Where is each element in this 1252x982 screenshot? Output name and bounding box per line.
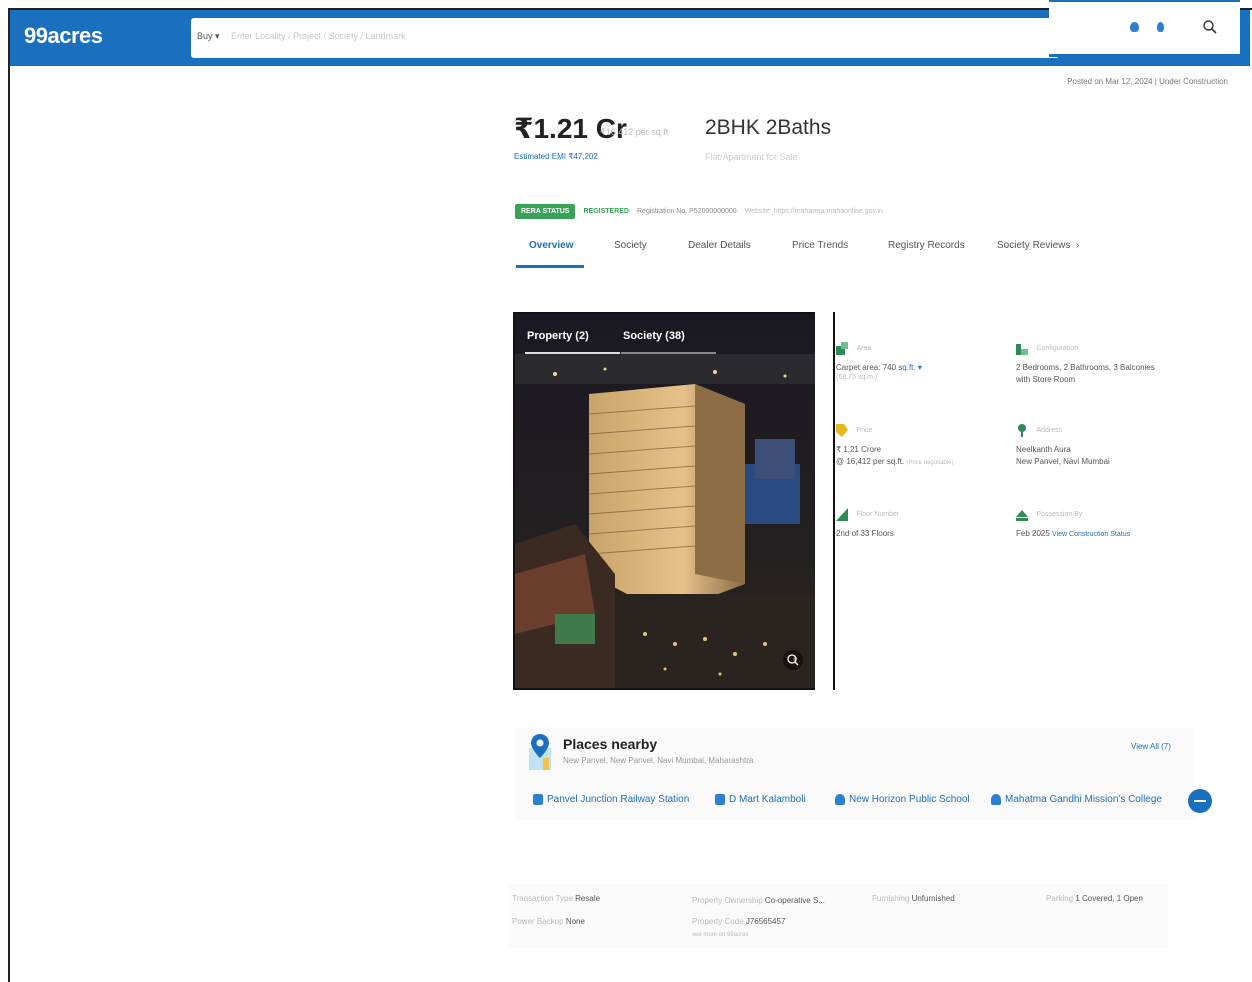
places-next-button[interactable]	[1188, 789, 1212, 813]
area-icon	[836, 342, 848, 355]
detail-configuration: Configuration 2 Bedrooms, 2 Bathrooms, 3…	[1016, 342, 1191, 384]
detail-floor: Floor Number 2nd of 33 Floors	[836, 508, 996, 538]
tabs-next-arrow[interactable]: ›	[1076, 240, 1079, 251]
rera-status-badge[interactable]: RERA STATUS	[515, 203, 576, 219]
notification-icon[interactable]	[1130, 22, 1139, 32]
area-unit-dropdown[interactable]: sq.ft. ▾	[898, 363, 922, 372]
fact-power-backup: Power Backup None	[512, 917, 585, 926]
fact-property-code: Property Code J76565457	[692, 917, 786, 926]
rera-row: RERA STATUS REGISTERED Registration No. …	[515, 202, 883, 220]
price-per-sqft: ₹16,412 per sq.ft	[600, 127, 669, 137]
gallery-tab-property[interactable]: Property (2)	[527, 330, 589, 342]
listing-config: 2BHK 2Baths	[705, 116, 832, 139]
tab-overview[interactable]: Overview	[529, 240, 573, 251]
detail-address: Address Neelkanth Aura New Panvel, Navi …	[1016, 424, 1176, 466]
search-bar[interactable]: Buy ▾ Enter Locality / Project / Society…	[191, 18, 1059, 58]
gallery-tab-society[interactable]: Society (38)	[623, 330, 685, 342]
tree-icon	[1018, 424, 1026, 437]
gallery-tab-indicator-property	[525, 352, 620, 354]
zoom-icon[interactable]	[783, 650, 803, 670]
location-pin-icon	[529, 734, 551, 770]
fact-parking: Parking 1 Covered, 1 Open	[1046, 894, 1143, 903]
view-all-places-link[interactable]: View All (7)	[1131, 742, 1171, 751]
tab-dealer-details[interactable]: Dealer Details	[688, 240, 751, 251]
fact-ownership: Property Ownership Co-operative S...	[692, 896, 825, 905]
detail-possession: Possession By Feb 2025 View Construction…	[1016, 508, 1191, 538]
registered-label: REGISTERED	[583, 207, 629, 215]
listing-tabs: Overview Society Dealer Details Price Tr…	[516, 238, 1096, 268]
building-photo	[515, 314, 833, 688]
calendar-icon	[1016, 510, 1028, 521]
property-facts: Transaction Type Resale Property Ownersh…	[508, 884, 1168, 948]
fact-furnishing: Furnishing Unfurnished	[872, 894, 955, 903]
construction-status-link[interactable]: View Construction Status	[1052, 531, 1130, 538]
tab-society[interactable]: Society	[614, 240, 647, 251]
place-chip-college[interactable]: Mahatma Gandhi Mission's College	[991, 794, 1162, 805]
header-actions	[1049, 0, 1240, 56]
search-placeholder[interactable]: Enter Locality / Project / Society / Lan…	[231, 31, 406, 41]
bed-icon	[1016, 344, 1028, 355]
listing-type: Flat/Apartment for Sale	[705, 152, 798, 162]
buy-dropdown[interactable]: Buy ▾	[197, 31, 220, 42]
active-tab-indicator	[516, 265, 584, 268]
places-location: New Panvel, New Panvel, Navi Mumbai, Mah…	[563, 756, 754, 765]
train-icon	[533, 794, 543, 805]
tab-price-trends[interactable]: Price Trends	[792, 240, 848, 251]
shopping-bag-icon	[715, 794, 725, 805]
gallery-edge	[815, 312, 833, 690]
price-tag-icon	[836, 424, 848, 437]
floor-icon	[836, 508, 848, 521]
user-icon[interactable]	[1157, 22, 1164, 32]
place-chip-railway[interactable]: Panvel Junction Railway Station	[533, 794, 689, 805]
place-chip-school[interactable]: New Horizon Public School	[835, 794, 970, 805]
detail-area: Area Carpet area: 740 sq.ft. ▾ (68.75 sq…	[836, 342, 996, 381]
header-divider	[1049, 54, 1240, 57]
places-nearby-card: Places nearby New Panvel, New Panvel, Na…	[515, 728, 1212, 820]
detail-price: Price ₹ 1.21 Crore @ 16,412 per sq.ft. (…	[836, 424, 996, 466]
graduation-cap-icon	[835, 794, 845, 805]
graduation-cap-icon	[991, 794, 1001, 805]
logo[interactable]: 99acres	[24, 23, 103, 49]
fact-transaction: Transaction Type Resale	[512, 894, 601, 903]
places-title: Places nearby	[563, 736, 658, 752]
property-photo-gallery[interactable]: Property (2) Society (38)	[513, 312, 835, 690]
search-icon[interactable]	[1202, 19, 1218, 35]
registration-number: Registration No. P52000000000	[637, 207, 737, 215]
tab-society-reviews[interactable]: Society Reviews	[997, 240, 1070, 251]
gallery-tab-indicator-society	[621, 352, 716, 354]
posted-info: Posted on Mar 12, 2024 | Under Construct…	[1067, 77, 1228, 86]
tab-registry-records[interactable]: Registry Records	[888, 240, 965, 251]
place-chip-shopping[interactable]: D Mart Kalamboli	[715, 794, 806, 805]
rera-website: Website: https://maharera.mahaonline.gov…	[744, 207, 883, 215]
fact-see-more[interactable]: see more on 99acres	[692, 932, 748, 938]
emi-link[interactable]: Estimated EMI ₹47,202	[514, 152, 598, 161]
